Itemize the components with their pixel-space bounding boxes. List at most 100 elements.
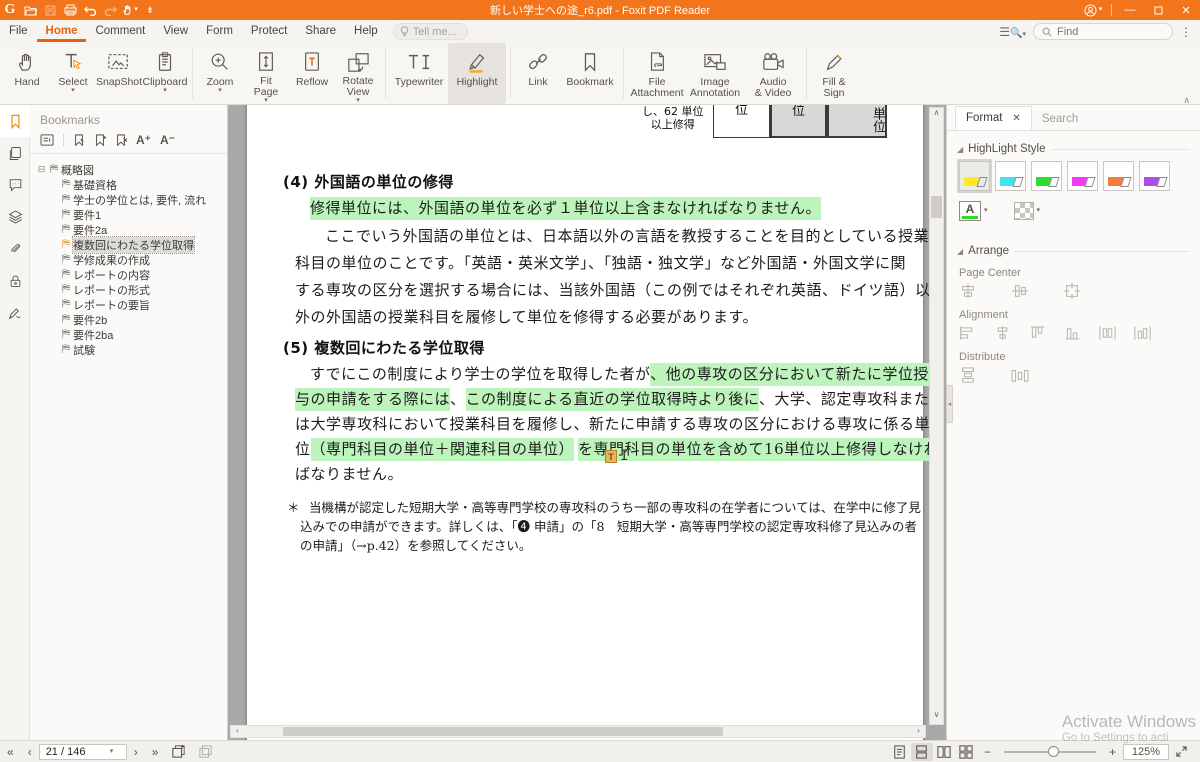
center-horizontally-icon[interactable] (959, 283, 1011, 299)
center-both-icon[interactable] (1063, 283, 1115, 299)
section-5-heading[interactable]: (5) 複数回にわたる学位取得 (283, 337, 485, 358)
font-decrease-icon[interactable]: A⁻ (160, 133, 175, 147)
new-tab-icon[interactable] (165, 745, 192, 758)
menu-tab-view[interactable]: View (154, 21, 197, 42)
maximize-button[interactable] (1144, 0, 1172, 20)
footnote-line[interactable]: の申請」（→p.42）を参照してください。 (300, 535, 531, 554)
previous-page-icon[interactable]: ‹ (21, 745, 39, 759)
paragraph-line[interactable]: 科目の単位のことです。「英語・英米文学」、「独語・独文学」など外国語・外国文学に… (295, 252, 906, 273)
undo-icon[interactable] (80, 0, 100, 20)
bookmark-item[interactable]: ⛿基礎資格 (36, 177, 227, 192)
fullscreen-icon[interactable] (1169, 746, 1194, 757)
redo-icon[interactable] (100, 0, 120, 20)
arrange-header[interactable]: ◢Arrange (957, 245, 1200, 257)
scroll-up-icon[interactable]: ∧ (930, 108, 943, 122)
bookmark-item[interactable]: ⛿学士の学位とは, 要件, 流れ (36, 192, 227, 207)
menu-tab-file[interactable]: File (0, 21, 37, 42)
distribute-vertically-icon[interactable] (959, 367, 1011, 383)
paragraph-line[interactable]: 与の申請をする際には、この制度による直近の学位取得時より後に、大学、認定専攻科ま… (295, 388, 929, 409)
layers-panel-icon[interactable] (0, 201, 30, 233)
highlight-color-cyan[interactable] (995, 161, 1026, 191)
link-button[interactable]: Link (515, 43, 561, 104)
zoom-in-icon[interactable]: + (1102, 745, 1123, 759)
open-file-icon[interactable] (20, 0, 40, 20)
zoom-button[interactable]: Zoom ▾ (197, 43, 243, 104)
highlight-button[interactable]: Highlight (448, 43, 506, 104)
file-attachment-button[interactable]: File Attachment (628, 43, 686, 104)
bookmark-item[interactable]: ⛿要件1 (36, 207, 227, 222)
continuous-view-icon[interactable] (911, 743, 933, 761)
menu-tab-form[interactable]: Form (197, 21, 242, 42)
vertical-scroll-thumb[interactable] (931, 196, 942, 218)
more-options-icon[interactable]: ⋮ (1180, 25, 1192, 39)
find-box[interactable] (1033, 23, 1173, 40)
bookmark-item[interactable]: ⛿要件2b (36, 312, 227, 327)
paragraph-line[interactable]: 外の外国語の授業科目を履修して単位を修得する必要があります。 (295, 306, 758, 327)
zoom-slider[interactable] (1004, 751, 1096, 753)
table-caption[interactable]: し、62 単位 以上修得 (642, 105, 704, 131)
hand-tool-quick-icon[interactable]: ▾ (120, 0, 140, 20)
single-page-view-icon[interactable] (889, 743, 911, 761)
page-number-field[interactable]: ▾ (39, 744, 127, 760)
rotate-view-button[interactable]: Rotate View ▾ (335, 43, 381, 104)
customize-quick-access-icon[interactable]: ⇟ (140, 0, 160, 20)
table-cell[interactable]: 位 (770, 105, 827, 138)
highlighted-sentence[interactable]: 修得単位には、外国語の単位を必ず１単位以上含まなければなりません。 (310, 197, 821, 218)
table-cell[interactable]: 単位 (827, 105, 887, 138)
tell-me-search[interactable]: Tell me... (393, 23, 468, 40)
collapse-expander-icon[interactable]: ⊟ (36, 164, 47, 175)
scroll-left-icon[interactable]: ‹ (231, 726, 244, 737)
zoom-slider-knob[interactable] (1048, 746, 1059, 757)
align-top-icon[interactable] (1029, 325, 1064, 341)
expand-bookmark-icon[interactable] (73, 134, 85, 147)
horizontal-scrollbar[interactable]: ‹ › (230, 725, 926, 738)
tab-search[interactable]: Search (1032, 108, 1088, 130)
menu-tab-share[interactable]: Share (296, 21, 345, 42)
opacity-button[interactable]: ▾ (1014, 202, 1041, 220)
signature-panel-icon[interactable] (0, 297, 30, 329)
facing-continuous-view-icon[interactable] (955, 743, 977, 761)
vertical-scrollbar[interactable]: ∧ ∨ (929, 107, 944, 725)
scroll-down-icon[interactable]: ∨ (930, 710, 943, 724)
security-panel-icon[interactable] (0, 265, 30, 297)
paragraph-line[interactable]: すでにこの制度により学士の学位を取得した者が、他の専攻の区分において新たに学位授 (310, 363, 929, 384)
save-icon[interactable] (40, 0, 60, 20)
account-avatar-icon[interactable]: ▾ (1079, 0, 1107, 20)
reflow-button[interactable]: Reflow (289, 43, 335, 104)
highlight-color-green[interactable] (1031, 161, 1062, 191)
bookmark-item-selected[interactable]: ⛿複数回にわたる学位取得 (36, 237, 227, 252)
hand-button[interactable]: Hand (4, 43, 50, 104)
image-annotation-button[interactable]: Image Annotation (686, 43, 744, 104)
paragraph-line[interactable]: ばなりません。 (295, 463, 403, 484)
horizontal-scroll-thumb[interactable] (283, 727, 723, 736)
highlight-color-picker-button[interactable]: A▾ (959, 201, 988, 221)
bookmark-item[interactable]: ⛿要件2ba (36, 327, 227, 342)
align-middle-vertical-icon[interactable] (1134, 325, 1169, 341)
highlight-color-magenta[interactable] (1067, 161, 1098, 191)
align-center-icon[interactable] (994, 325, 1029, 341)
menu-tab-home[interactable]: Home (37, 21, 87, 42)
distribute-horizontally-icon[interactable] (1011, 367, 1063, 383)
bookmark-item[interactable]: ⛿試験 (36, 342, 227, 357)
facing-view-icon[interactable] (933, 743, 955, 761)
align-bottom-icon[interactable] (1064, 325, 1099, 341)
attachments-panel-icon[interactable] (0, 233, 30, 265)
scroll-right-icon[interactable]: › (912, 726, 925, 737)
section-4-heading[interactable]: (4) 外国語の単位の修得 (283, 171, 454, 192)
center-vertically-icon[interactable] (1011, 283, 1063, 299)
close-icon[interactable]: ✕ (1012, 113, 1020, 124)
highlight-color-purple[interactable] (1139, 161, 1170, 191)
bookmark-item[interactable]: ⛿要件2a (36, 222, 227, 237)
select-button[interactable]: Select ▾ (50, 43, 96, 104)
menu-tab-comment[interactable]: Comment (86, 21, 154, 42)
paragraph-line[interactable]: する専攻の区分を選択する場合には、当該外国語（この例ではそれぞれ英語、ドイツ語）… (295, 279, 931, 300)
menu-tab-protect[interactable]: Protect (242, 21, 296, 42)
highlight-color-orange[interactable] (1103, 161, 1134, 191)
bookmark-item[interactable]: ⛿レポートの内容 (36, 267, 227, 282)
last-page-icon[interactable]: » (145, 745, 166, 759)
snapshot-button[interactable]: SnapShot (96, 43, 142, 104)
table-cell[interactable]: 位 (713, 105, 770, 138)
footnote-marker[interactable]: ＊ (287, 497, 300, 516)
typewriter-button[interactable]: Typewriter (390, 43, 448, 104)
fit-page-button[interactable]: Fit Page ▾ (243, 43, 289, 104)
